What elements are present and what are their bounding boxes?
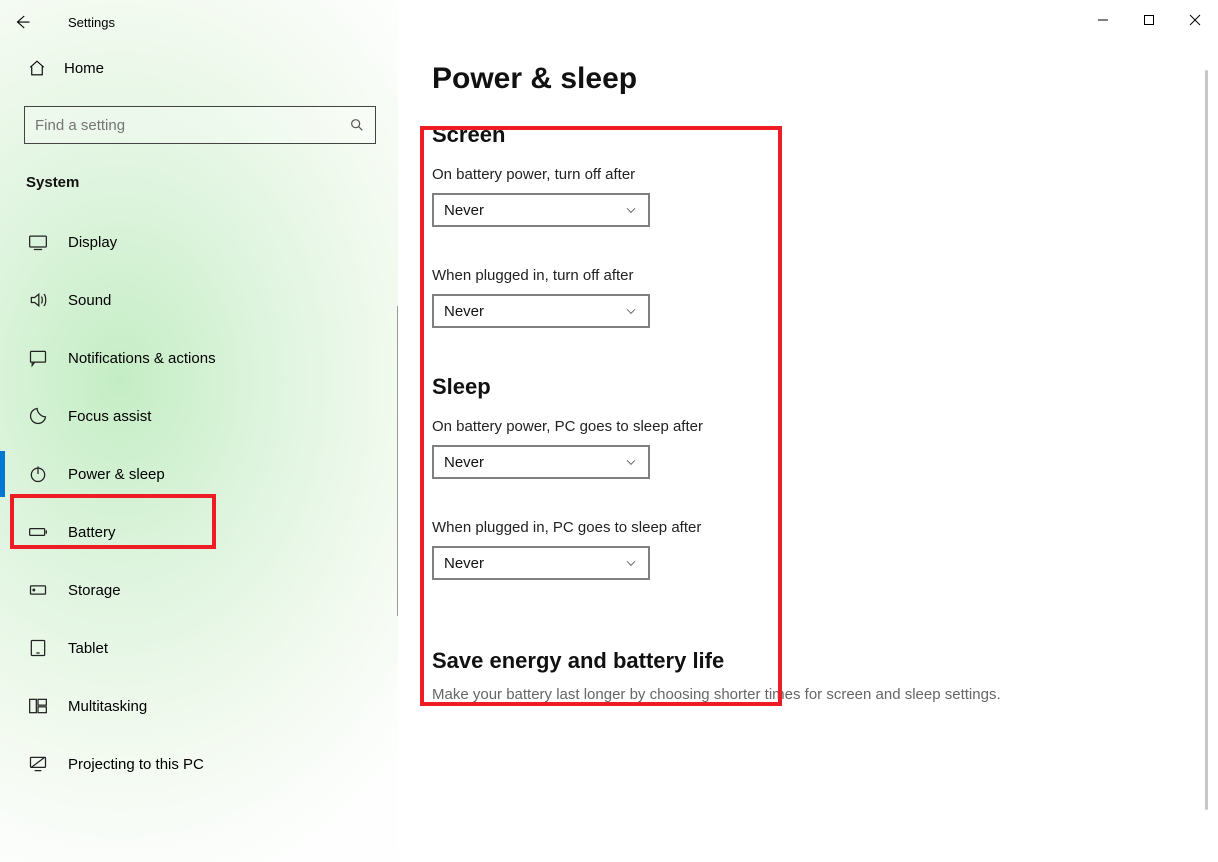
chevron-down-icon	[624, 556, 638, 570]
storage-icon	[28, 580, 48, 600]
sidebar-item-tablet[interactable]: Tablet	[0, 619, 398, 677]
maximize-icon	[1143, 14, 1155, 26]
sidebar-item-label: Tablet	[68, 640, 108, 657]
home-label: Home	[64, 60, 104, 77]
dropdown-value: Never	[444, 202, 484, 219]
dropdown-value: Never	[444, 555, 484, 572]
sidebar-item-label: Focus assist	[68, 408, 151, 425]
back-arrow-icon	[13, 13, 31, 31]
minimize-icon	[1097, 14, 1109, 26]
battery-icon	[28, 522, 48, 542]
display-icon	[28, 232, 48, 252]
sidebar-item-projecting[interactable]: Projecting to this PC	[0, 735, 398, 793]
sidebar-item-label: Projecting to this PC	[68, 756, 204, 773]
sound-icon	[28, 290, 48, 310]
search-box[interactable]	[24, 106, 376, 144]
sidebar-item-battery[interactable]: Battery	[0, 503, 398, 561]
sidebar-content: Home System Display Sound Notificat	[0, 0, 398, 862]
search-input[interactable]	[35, 117, 349, 134]
section-heading: System	[26, 174, 398, 191]
sidebar-item-notifications[interactable]: Notifications & actions	[0, 329, 398, 387]
screen-heading: Screen	[432, 122, 1184, 148]
sidebar-item-label: Battery	[68, 524, 116, 541]
home-icon	[28, 59, 46, 77]
screen-battery-dropdown[interactable]: Never	[432, 193, 650, 227]
sidebar-item-display[interactable]: Display	[0, 213, 398, 271]
page-title: Power & sleep	[432, 62, 1184, 96]
sidebar-item-storage[interactable]: Storage	[0, 561, 398, 619]
titlebar: Settings	[0, 0, 1218, 44]
sidebar-item-multitasking[interactable]: Multitasking	[0, 677, 398, 735]
window-title: Settings	[68, 15, 115, 30]
dropdown-value: Never	[444, 454, 484, 471]
maximize-button[interactable]	[1126, 4, 1172, 36]
chevron-down-icon	[624, 304, 638, 318]
sleep-heading: Sleep	[432, 374, 1184, 400]
sidebar-item-label: Power & sleep	[68, 466, 165, 483]
chevron-down-icon	[624, 203, 638, 217]
sidebar-item-label: Display	[68, 234, 117, 251]
sidebar-item-focus-assist[interactable]: Focus assist	[0, 387, 398, 445]
focus-assist-icon	[28, 406, 48, 426]
close-button[interactable]	[1172, 4, 1218, 36]
power-icon	[28, 464, 48, 484]
screen-plugged-dropdown[interactable]: Never	[432, 294, 650, 328]
sidebar-item-sound[interactable]: Sound	[0, 271, 398, 329]
close-icon	[1189, 14, 1201, 26]
sleep-battery-dropdown[interactable]: Never	[432, 445, 650, 479]
chevron-down-icon	[624, 455, 638, 469]
sleep-plugged-dropdown[interactable]: Never	[432, 546, 650, 580]
sleep-plugged-label: When plugged in, PC goes to sleep after	[432, 519, 1184, 536]
nav-list: Display Sound Notifications & actions Fo…	[0, 213, 398, 793]
screen-plugged-label: When plugged in, turn off after	[432, 267, 1184, 284]
sidebar-item-label: Notifications & actions	[68, 350, 216, 367]
tablet-icon	[28, 638, 48, 658]
save-energy-desc: Make your battery last longer by choosin…	[432, 684, 1184, 705]
sidebar-item-power-sleep[interactable]: Power & sleep	[0, 445, 398, 503]
screen-battery-label: On battery power, turn off after	[432, 166, 1184, 183]
sidebar-item-label: Multitasking	[68, 698, 147, 715]
multitasking-icon	[28, 696, 48, 716]
search-icon	[349, 117, 365, 133]
sidebar-item-label: Sound	[68, 292, 111, 309]
home-nav[interactable]: Home	[0, 44, 398, 92]
minimize-button[interactable]	[1080, 4, 1126, 36]
main-content: Power & sleep Screen On battery power, t…	[398, 0, 1218, 862]
sidebar-item-label: Storage	[68, 582, 121, 599]
dropdown-value: Never	[444, 303, 484, 320]
save-energy-heading: Save energy and battery life	[432, 648, 1184, 674]
back-button[interactable]	[0, 0, 44, 44]
notifications-icon	[28, 348, 48, 368]
sleep-battery-label: On battery power, PC goes to sleep after	[432, 418, 1184, 435]
projecting-icon	[28, 754, 48, 774]
